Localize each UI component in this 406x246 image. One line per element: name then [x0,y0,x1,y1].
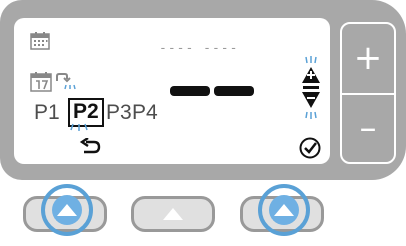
up-triangle-icon [55,208,75,220]
value-display [164,80,274,104]
hardware-button-row [0,184,406,246]
side-control-panel: + – [340,22,396,164]
program-selector: P1 P2 P3 P4 [34,98,158,127]
left-hardware-button[interactable] [23,196,107,232]
program-p4[interactable]: P4 [132,99,158,127]
value-digit-1 [170,86,210,96]
date-placeholder: ---- ---- [159,41,239,56]
middle-hardware-button[interactable] [131,196,215,232]
calendar-7day-icon [30,72,52,92]
display-screen: ---- ---- P1 P2 P3 P4 [14,18,330,164]
up-down-arrows-icon[interactable] [300,56,322,140]
up-triangle-icon [272,208,292,220]
minus-button[interactable]: – [342,94,394,162]
program-p1[interactable]: P1 [34,99,60,127]
right-hardware-button[interactable] [240,196,324,232]
selection-blink-rays-icon [69,123,89,133]
check-circle-icon[interactable] [299,137,321,159]
program-p3[interactable]: P3 [106,99,132,127]
back-arrow-icon[interactable] [78,138,102,156]
calendar-icon [30,32,50,50]
plus-button[interactable]: + [342,24,394,92]
value-digit-2 [214,86,254,96]
program-pointer-icon [54,72,78,92]
thermostat-ui: ---- ---- P1 P2 P3 P4 + – [0,0,406,246]
device-body: ---- ---- P1 P2 P3 P4 + – [0,0,406,180]
up-triangle-icon [163,208,183,220]
